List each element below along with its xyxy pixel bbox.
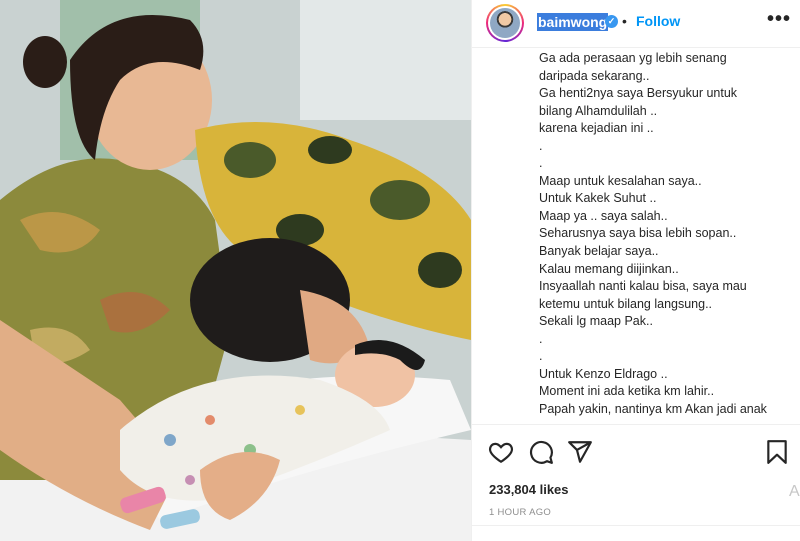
heart-icon[interactable] (488, 439, 514, 465)
caption-line: Sekali lg maap Pak.. (539, 314, 653, 329)
avatar-image (490, 8, 520, 38)
caption-line: Maap untuk kesalahan saya.. (539, 173, 702, 188)
caption-line: Ga henti2nya saya Bersyukur untuk (539, 86, 738, 101)
caption-line: Ga ada perasaan yg lebih senang (539, 51, 727, 65)
caption-line: Papah yakin, nantinya km Akan jadi anak (539, 401, 767, 416)
post-sidebar: baimwong ✓ • Follow ••• Ga ada perasaan … (471, 0, 800, 541)
caption-line: Maap ya .. saya salah.. (539, 208, 668, 223)
verified-icon: ✓ (605, 15, 618, 28)
avatar[interactable] (486, 4, 524, 42)
caption-line: Untuk Kenzo Eldrago .. (539, 366, 668, 381)
share-icon[interactable] (567, 439, 593, 465)
comment-icon[interactable] (528, 439, 554, 465)
post-actions: 233,804 likes 1 HOUR AGO A (472, 424, 800, 541)
likes-count[interactable]: 233,804 likes (489, 482, 569, 497)
more-options-icon[interactable]: ••• (767, 8, 791, 31)
caption-line: bilang Alhamdulilah .. (539, 103, 658, 118)
comment-input-area[interactable] (472, 525, 800, 541)
caption-line: karena kejadian ini .. (539, 121, 654, 136)
post-photo-illustration (0, 0, 471, 541)
caption-line: Insyaallah nanti kalau bisa, saya mau (539, 279, 747, 294)
post-timestamp[interactable]: 1 HOUR AGO (489, 507, 551, 518)
caption-line: daripada sekarang.. (539, 68, 650, 83)
follow-button[interactable]: Follow (636, 13, 680, 29)
caption-line: . (539, 138, 543, 153)
username-link[interactable]: baimwong (537, 13, 609, 31)
separator-dot: • (622, 13, 627, 29)
caption-line: Untuk Kakek Suhut .. (539, 191, 657, 206)
caption-line: Banyak belajar saya.. (539, 244, 659, 259)
caption-line: . (539, 349, 543, 364)
bookmark-icon[interactable] (764, 439, 790, 465)
caption-line: . (539, 331, 543, 346)
caption-line: Kalau memang diijinkan.. (539, 261, 679, 276)
caption-line: Moment ini ada ketika km lahir.. (539, 384, 715, 399)
emoji-icon[interactable]: A (789, 483, 800, 501)
caption-line: Seharusnya saya bisa lebih sopan.. (539, 226, 737, 241)
post-header: baimwong ✓ • Follow ••• (472, 0, 800, 48)
caption-line: . (539, 156, 543, 171)
caption-line: ketemu untuk bilang langsung.. (539, 296, 713, 311)
post-photo[interactable] (0, 0, 471, 541)
post-caption: Ga ada perasaan yg lebih senang daripada … (539, 50, 797, 422)
